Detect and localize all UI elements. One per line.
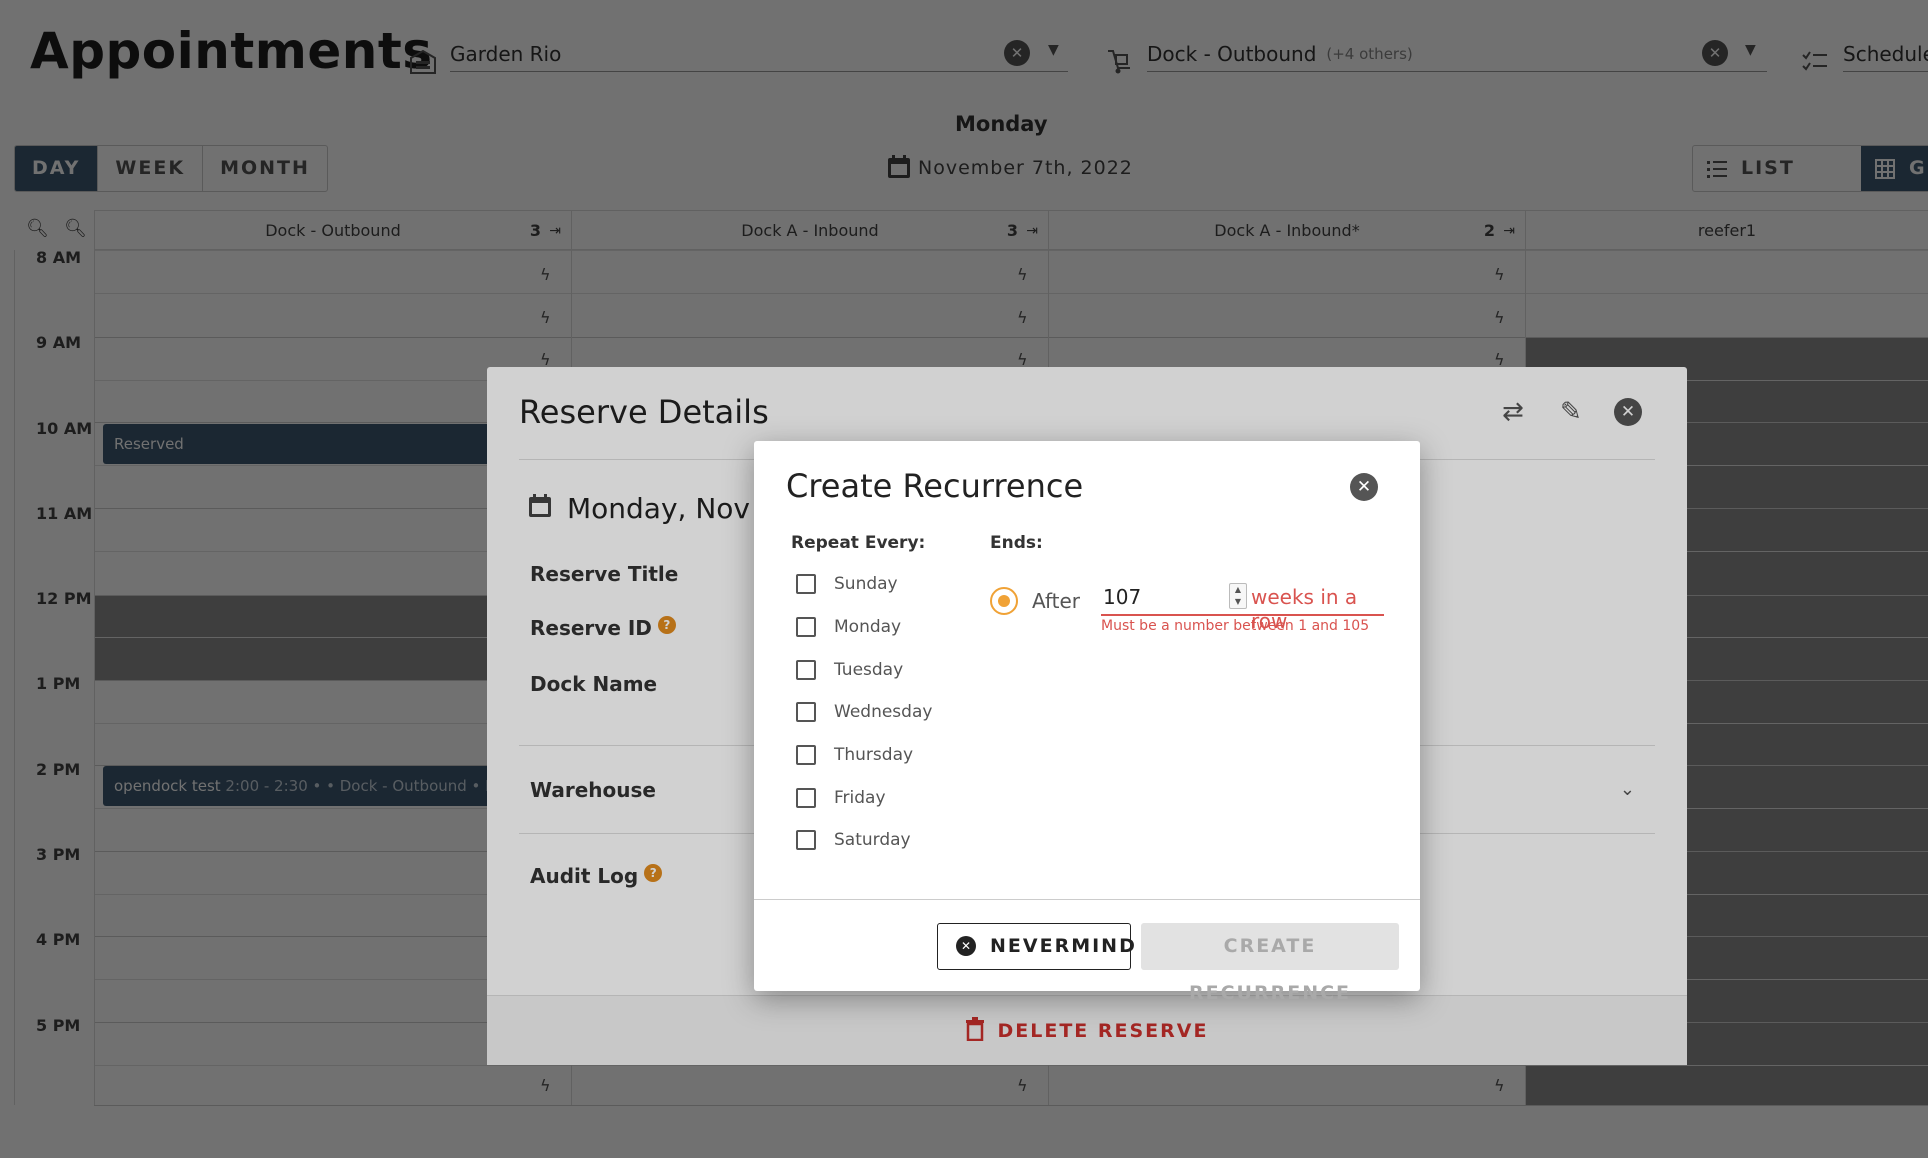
number-spinner-icon[interactable]: ▲ ▼ bbox=[1229, 583, 1247, 609]
weeks-count-input[interactable]: 107 ▲ ▼ weeks in a row bbox=[1101, 580, 1384, 633]
checkbox-box[interactable] bbox=[796, 617, 816, 637]
checkbox-label: Friday bbox=[834, 788, 886, 808]
checkbox-label: Tuesday bbox=[834, 660, 904, 680]
checkbox-label: Monday bbox=[834, 617, 902, 637]
checkbox-label: Sunday bbox=[834, 574, 898, 594]
close-icon: ✕ bbox=[956, 936, 976, 956]
create-recurrence-footer: ✕ NEVERMIND CREATE RECURRENCE bbox=[754, 899, 1420, 1004]
ends-label: Ends: bbox=[990, 533, 1043, 553]
checkbox-saturday[interactable]: Saturday bbox=[796, 827, 911, 853]
checkbox-wednesday[interactable]: Wednesday bbox=[796, 699, 932, 725]
validation-error: Must be a number between 1 and 105 bbox=[1101, 618, 1370, 634]
checkbox-box[interactable] bbox=[796, 788, 816, 808]
nevermind-button[interactable]: ✕ NEVERMIND bbox=[937, 923, 1135, 970]
create-recurrence-title: Create Recurrence bbox=[786, 467, 1084, 505]
radio-dot bbox=[998, 595, 1010, 607]
checkbox-box[interactable] bbox=[796, 745, 816, 765]
checkbox-friday[interactable]: Friday bbox=[796, 785, 886, 811]
weeks-count-value: 107 bbox=[1103, 585, 1142, 609]
checkbox-label: Thursday bbox=[834, 745, 914, 765]
checkbox-label: Saturday bbox=[834, 830, 911, 850]
close-icon[interactable]: ✕ bbox=[1350, 473, 1378, 501]
checkbox-box[interactable] bbox=[796, 660, 816, 680]
checkbox-box[interactable] bbox=[796, 702, 816, 722]
checkbox-sunday[interactable]: Sunday bbox=[796, 571, 898, 597]
checkbox-thursday[interactable]: Thursday bbox=[796, 742, 913, 768]
create-recurrence-button[interactable]: CREATE RECURRENCE bbox=[1141, 923, 1399, 1004]
ends-after-radio[interactable] bbox=[990, 587, 1018, 615]
checkbox-label: Wednesday bbox=[834, 702, 933, 722]
after-label: After bbox=[1032, 589, 1081, 613]
checkbox-box[interactable] bbox=[796, 830, 816, 850]
checkbox-box[interactable] bbox=[796, 574, 816, 594]
checkbox-monday[interactable]: Monday bbox=[796, 614, 901, 640]
repeat-every-label: Repeat Every: bbox=[791, 533, 926, 553]
checkbox-tuesday[interactable]: Tuesday bbox=[796, 657, 903, 683]
nevermind-label: NEVERMIND bbox=[990, 935, 1137, 957]
create-recurrence-dialog: Create Recurrence ✕ Repeat Every: Ends: … bbox=[754, 441, 1420, 1004]
